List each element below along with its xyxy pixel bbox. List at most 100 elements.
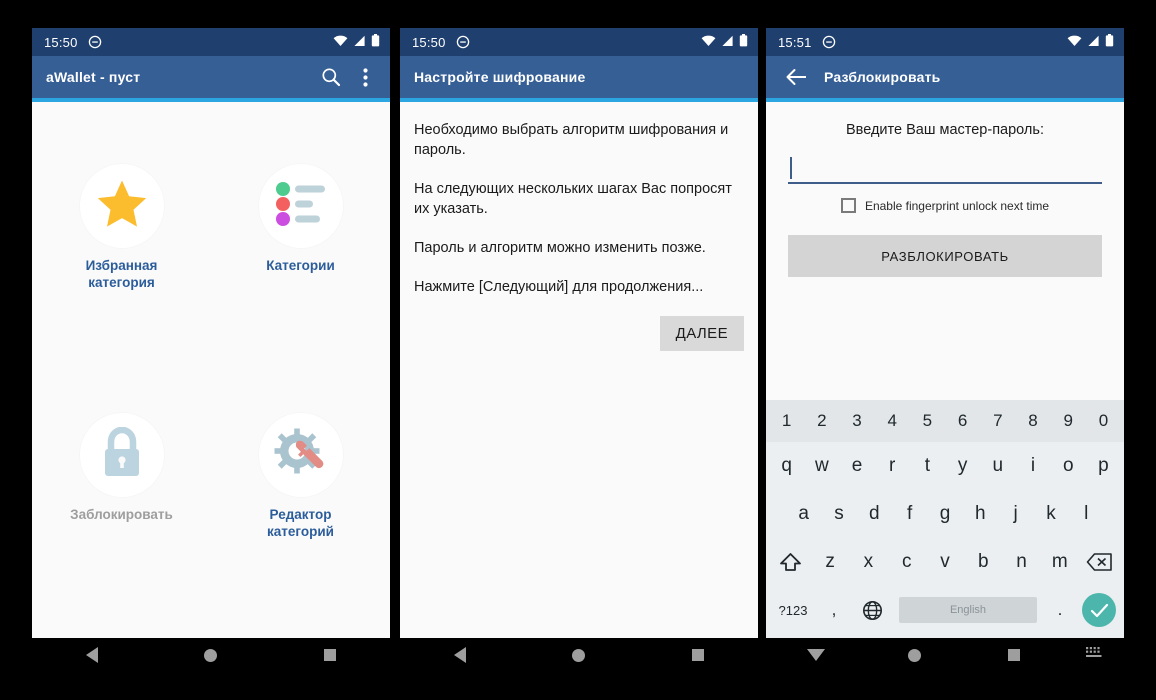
key-r[interactable]: r xyxy=(875,442,910,490)
enter-key[interactable] xyxy=(1077,593,1121,627)
key-2[interactable]: 2 xyxy=(804,400,839,442)
key-7[interactable]: 7 xyxy=(980,400,1015,442)
tile-favorite-category[interactable]: Избранная категория xyxy=(32,164,211,291)
text-caret xyxy=(790,157,792,179)
row2-pad-right xyxy=(1104,490,1121,538)
master-password-input[interactable] xyxy=(788,154,1102,184)
key-w[interactable]: w xyxy=(804,442,839,490)
key-a[interactable]: a xyxy=(786,490,821,538)
tile-label: Заблокировать xyxy=(70,507,173,522)
fingerprint-checkbox[interactable] xyxy=(840,198,856,213)
nav-recents-button[interactable] xyxy=(271,649,390,661)
key-i[interactable]: i xyxy=(1015,442,1050,490)
nav-home-button[interactable] xyxy=(519,648,638,662)
tile-categories[interactable]: Категории xyxy=(211,164,390,291)
key-0[interactable]: 0 xyxy=(1086,400,1121,442)
shift-icon[interactable] xyxy=(769,538,811,586)
tile-category-editor[interactable]: Редактор категорий xyxy=(211,413,390,540)
key-9[interactable]: 9 xyxy=(1051,400,1086,442)
key-v[interactable]: v xyxy=(926,538,964,586)
phone-panel-wizard: 15:50 Настройте шифрование Необходимо вы… xyxy=(400,28,758,638)
master-password-prompt: Введите Ваш мастер-пароль: xyxy=(846,122,1044,138)
key-t[interactable]: t xyxy=(910,442,945,490)
key-g[interactable]: g xyxy=(927,490,962,538)
tile-label: Категории xyxy=(266,258,335,273)
fingerprint-label: Enable fingerprint unlock next time xyxy=(864,198,1050,213)
nav-back-button[interactable] xyxy=(32,647,151,663)
lock-icon xyxy=(100,426,144,484)
key-x[interactable]: x xyxy=(849,538,887,586)
app-bar-home: aWallet - пуст xyxy=(32,56,390,98)
tile-lock[interactable]: Заблокировать xyxy=(32,413,211,540)
key-4[interactable]: 4 xyxy=(875,400,910,442)
key-f[interactable]: f xyxy=(892,490,927,538)
wifi-icon xyxy=(701,35,716,50)
back-arrow-icon[interactable] xyxy=(780,60,814,94)
status-time: 15:50 xyxy=(44,34,78,50)
key-j[interactable]: j xyxy=(998,490,1033,538)
backspace-icon[interactable] xyxy=(1079,538,1121,586)
nav-back-button[interactable] xyxy=(400,647,519,663)
do-not-disturb-icon xyxy=(456,35,470,49)
battery-icon xyxy=(1105,34,1114,50)
home-circle-icon xyxy=(908,648,922,662)
hide-keyboard-icon xyxy=(806,649,825,661)
search-icon[interactable] xyxy=(314,60,348,94)
next-button[interactable]: ДАЛЕЕ xyxy=(659,316,744,351)
key-h[interactable]: h xyxy=(963,490,998,538)
recents-square-icon xyxy=(692,649,705,661)
key-e[interactable]: e xyxy=(839,442,874,490)
key-u[interactable]: u xyxy=(980,442,1015,490)
key-c[interactable]: c xyxy=(888,538,926,586)
key-l[interactable]: l xyxy=(1069,490,1104,538)
do-not-disturb-icon xyxy=(88,35,102,49)
key-k[interactable]: k xyxy=(1033,490,1068,538)
globe-icon[interactable] xyxy=(851,586,893,634)
key-d[interactable]: d xyxy=(857,490,892,538)
key-p[interactable]: p xyxy=(1086,442,1121,490)
key-b[interactable]: b xyxy=(964,538,1002,586)
nav-home-button[interactable] xyxy=(865,648,964,662)
period-key[interactable]: . xyxy=(1043,586,1077,634)
key-5[interactable]: 5 xyxy=(910,400,945,442)
key-s[interactable]: s xyxy=(821,490,856,538)
signal-icon xyxy=(721,35,734,50)
app-title: Настройте шифрование xyxy=(414,69,586,85)
recents-square-icon xyxy=(324,649,337,661)
app-title: Разблокировать xyxy=(824,69,941,85)
nav-hide-keyboard-button[interactable] xyxy=(766,649,865,661)
key-3[interactable]: 3 xyxy=(839,400,874,442)
tile-icon-wrap xyxy=(258,164,343,248)
row2-pad-left xyxy=(769,490,786,538)
key-q[interactable]: q xyxy=(769,442,804,490)
tile-icon-wrap xyxy=(258,413,343,497)
key-8[interactable]: 8 xyxy=(1015,400,1050,442)
shortcut-grid: Избранная категория Категории Заблокиров… xyxy=(32,164,390,540)
key-m[interactable]: m xyxy=(1041,538,1079,586)
fingerprint-option-row[interactable]: Enable fingerprint unlock next time xyxy=(788,198,1102,213)
navigation-bar-unlock xyxy=(766,638,1124,672)
wifi-icon xyxy=(333,35,348,50)
key-o[interactable]: o xyxy=(1051,442,1086,490)
symbols-key[interactable]: ?123 xyxy=(769,586,817,634)
key-n[interactable]: n xyxy=(1002,538,1040,586)
space-key[interactable]: English xyxy=(899,597,1037,623)
back-triangle-icon xyxy=(453,647,466,663)
nav-recents-button[interactable] xyxy=(965,649,1064,661)
app-bar-unlock: Разблокировать xyxy=(766,56,1124,98)
keyboard-row-zxcv: z x c v b n m xyxy=(766,538,1124,586)
status-bar-unlock: 15:51 xyxy=(766,28,1124,56)
wizard-paragraph: Нажмите [Следующий] для продолжения... xyxy=(414,279,704,295)
phone-panel-home: 15:50 aWallet - пуст Избранная категория… xyxy=(32,28,390,638)
key-z[interactable]: z xyxy=(811,538,849,586)
key-1[interactable]: 1 xyxy=(769,400,804,442)
comma-key[interactable]: , xyxy=(817,586,851,634)
key-6[interactable]: 6 xyxy=(945,400,980,442)
nav-home-button[interactable] xyxy=(151,648,270,662)
key-y[interactable]: y xyxy=(945,442,980,490)
overflow-menu-icon[interactable] xyxy=(348,60,382,94)
nav-recents-button[interactable] xyxy=(639,649,758,661)
nav-keyboard-switch-button[interactable] xyxy=(1064,646,1124,664)
star-icon xyxy=(96,179,148,234)
unlock-button[interactable]: РАЗБЛОКИРОВАТЬ xyxy=(788,235,1102,277)
